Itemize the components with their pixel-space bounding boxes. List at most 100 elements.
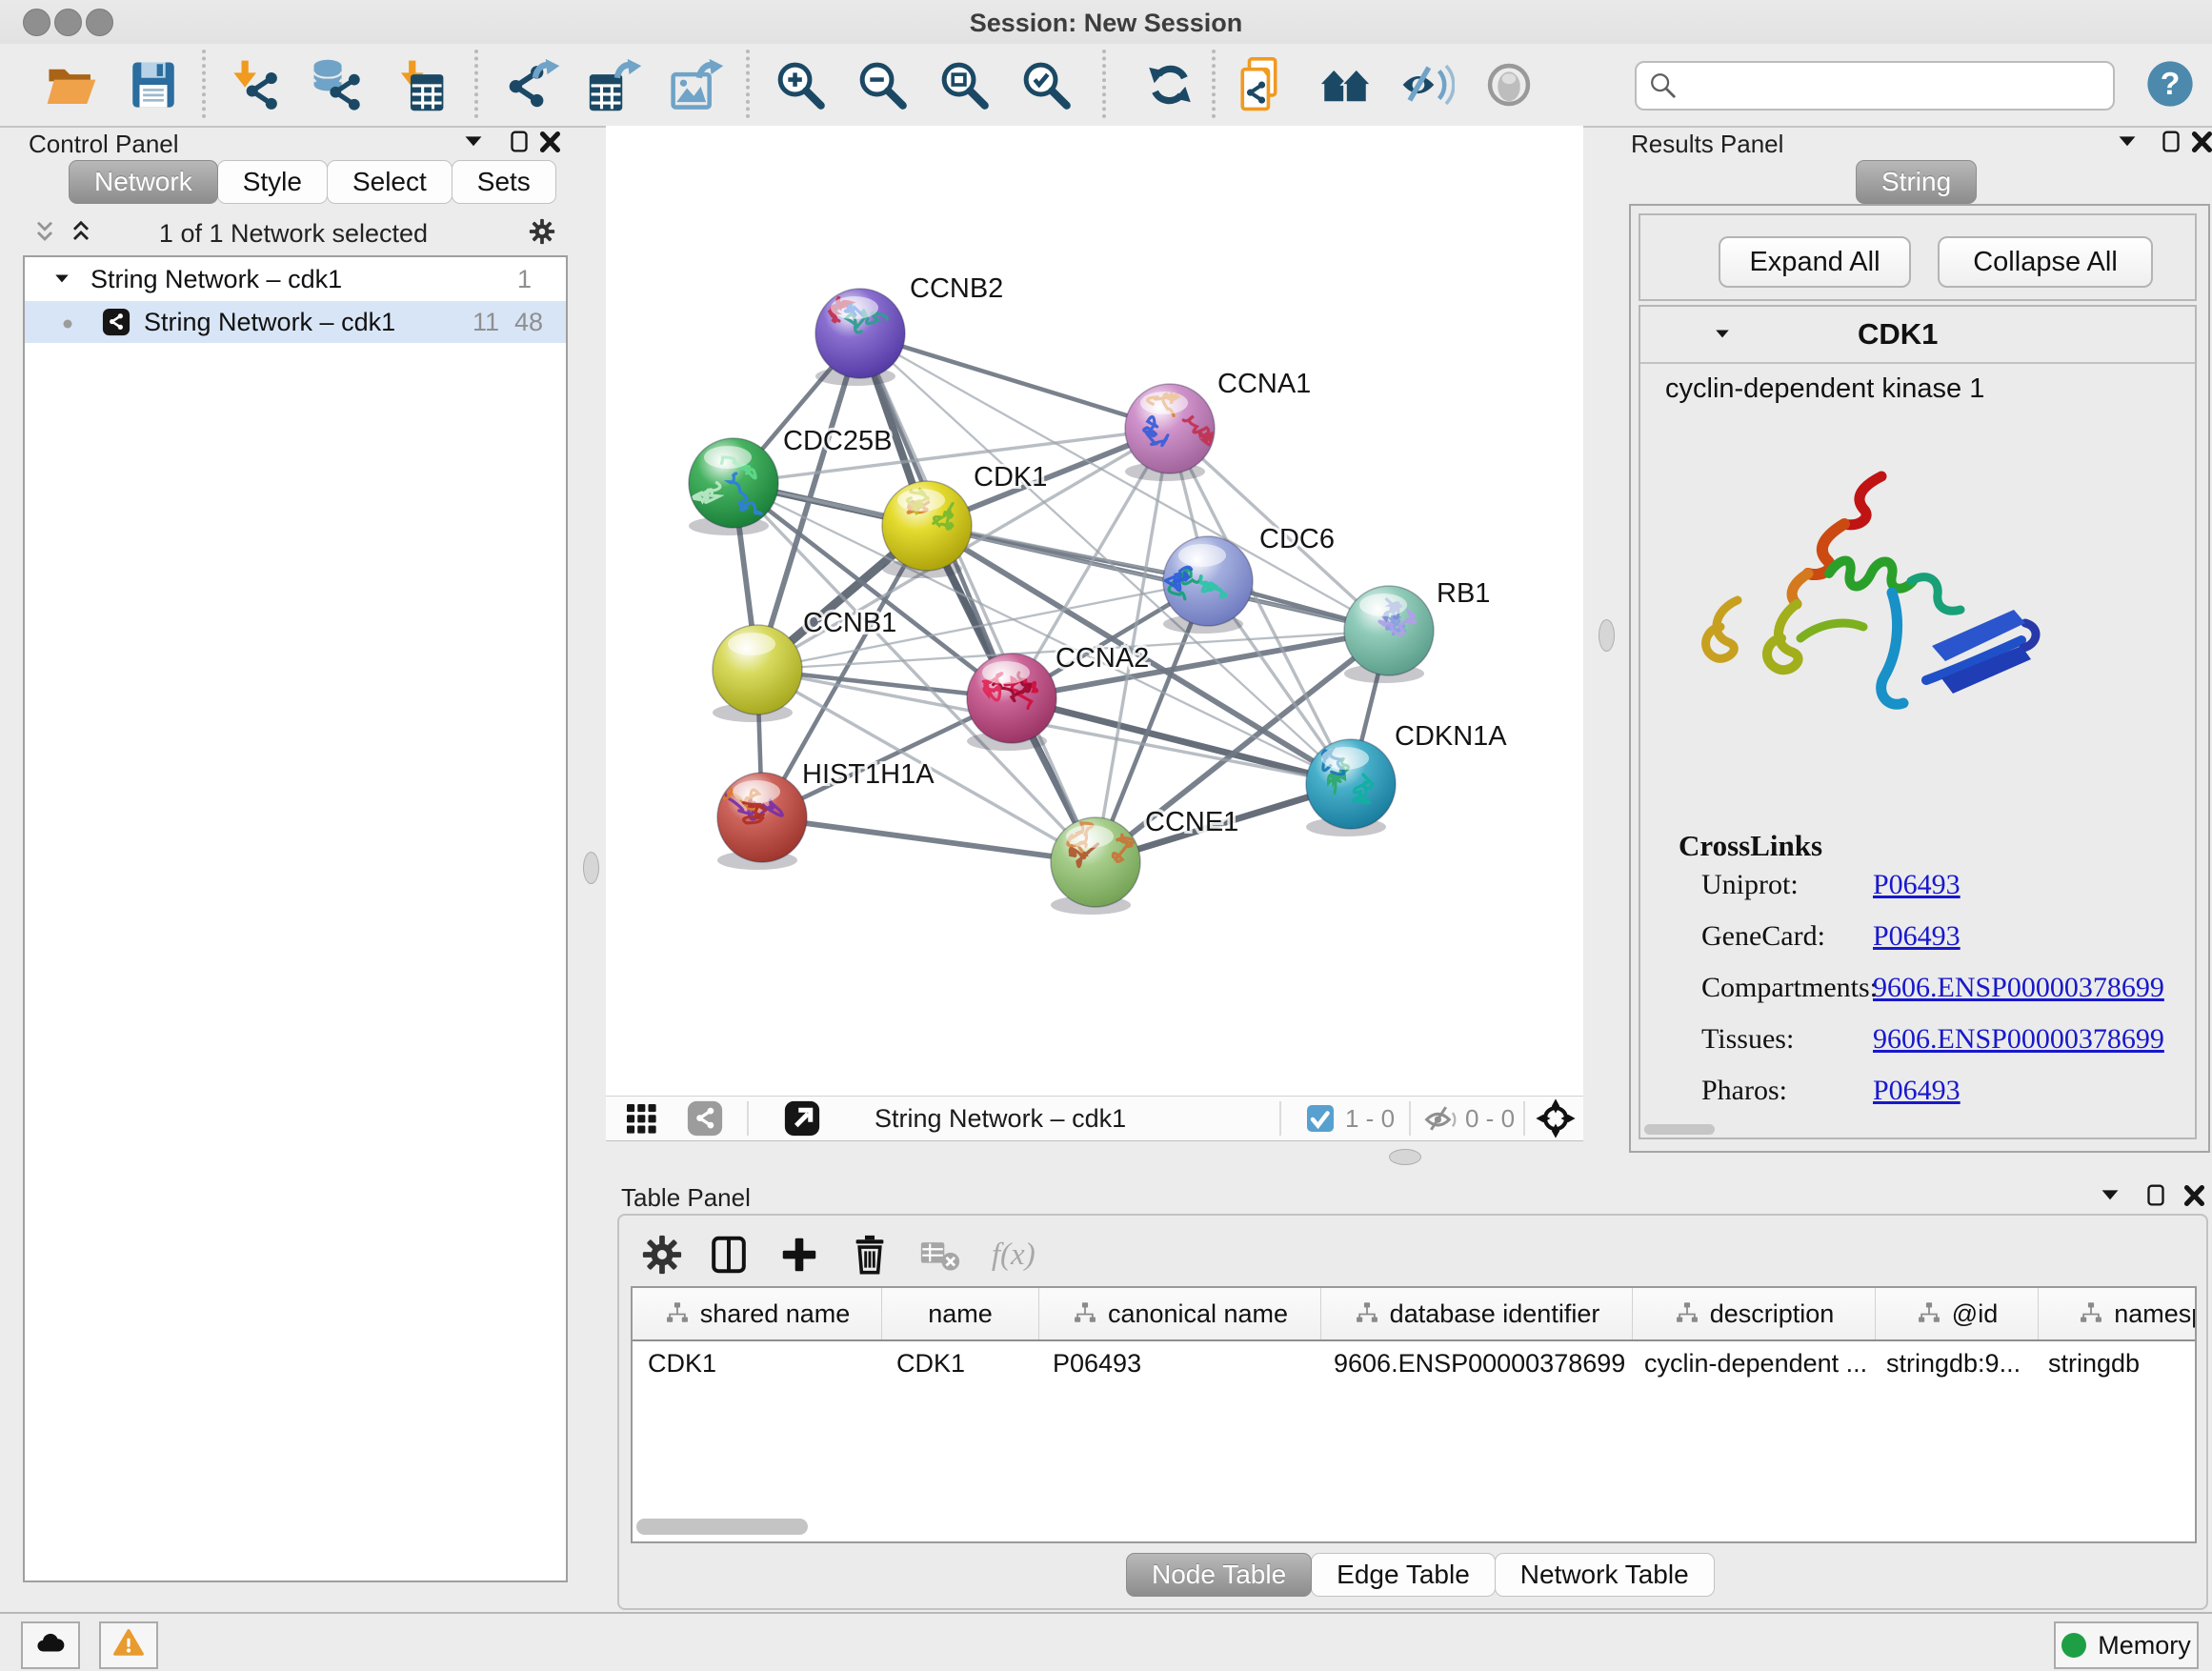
import-table-file-button[interactable] [392, 57, 447, 112]
collapse-all-button[interactable]: Collapse All [1938, 236, 2153, 288]
export-image-button[interactable] [670, 57, 725, 112]
table-panel-float-icon[interactable] [2142, 1181, 2170, 1210]
cdk1-section-header[interactable]: CDK1 [1640, 307, 2195, 364]
tab-node-table[interactable]: Node Table [1126, 1553, 1312, 1597]
network-node-cdkn1a[interactable] [1306, 739, 1396, 836]
zoom-in-button[interactable] [773, 57, 828, 112]
add-column-icon[interactable] [777, 1233, 821, 1277]
crosslink-link[interactable]: 9606.ENSP00000378699 [1873, 1023, 2164, 1055]
bottom-divider-handle[interactable] [1389, 1149, 1421, 1165]
crosslink-link[interactable]: 9606.ENSP00000378699 [1873, 972, 2164, 1003]
open-session-button[interactable] [44, 57, 99, 112]
network-edge[interactable] [762, 817, 1096, 862]
crosslink-link[interactable]: P06493 [1873, 1075, 1961, 1106]
tab-network[interactable]: Network [69, 160, 218, 204]
table-cell[interactable]: cyclin-dependent ... [1629, 1349, 1871, 1379]
search-input[interactable] [1680, 66, 2113, 106]
detach-view-icon[interactable] [783, 1099, 821, 1137]
string-home-button[interactable] [1317, 57, 1373, 112]
export-table-button[interactable] [588, 57, 643, 112]
save-session-button[interactable] [126, 57, 181, 112]
network-row-selected[interactable]: String Network – cdk1 11 48 [25, 301, 566, 343]
table-options-gear-icon[interactable] [640, 1233, 684, 1277]
network-edge[interactable] [860, 333, 1170, 429]
column-header-name[interactable]: name [882, 1288, 1039, 1339]
crosslink-link[interactable]: P06493 [1873, 869, 1961, 900]
table-cell[interactable]: stringdb [2033, 1349, 2197, 1379]
crosslink-link[interactable]: P06493 [1873, 920, 1961, 952]
toolbar-separator [746, 50, 750, 118]
table-hscrollbar[interactable] [636, 1519, 808, 1535]
column-header-database-identifier[interactable]: database identifier [1321, 1288, 1633, 1339]
section-collapse-icon[interactable] [1711, 323, 1734, 346]
tab-sets[interactable]: Sets [452, 160, 556, 204]
control-panel-collapse-icon[interactable] [459, 128, 488, 156]
results-panel-close-icon[interactable] [2187, 128, 2212, 156]
crosshair-icon[interactable] [1535, 1097, 1577, 1139]
delete-column-icon[interactable] [848, 1233, 892, 1277]
show-columns-icon[interactable] [707, 1233, 751, 1277]
table-panel-close-icon[interactable] [2180, 1181, 2208, 1210]
zoom-fit-button[interactable] [936, 57, 992, 112]
table-cell[interactable]: CDK1 [881, 1349, 1037, 1379]
column-header-namespace[interactable]: namespace [2039, 1288, 2197, 1339]
column-header-canonical-name[interactable]: canonical name [1039, 1288, 1321, 1339]
apply-preferred-layout-button[interactable] [1142, 57, 1197, 112]
network-canvas[interactable]: CCNB2CCNA1CDC25BCDK1CDC6RB1CCNB1CCNA2CDK… [606, 126, 1583, 1096]
tree-expander-icon[interactable] [50, 268, 73, 291]
tab-style[interactable]: Style [217, 160, 328, 204]
zoom-selected-button[interactable] [1018, 57, 1074, 112]
tab-network-table[interactable]: Network Table [1495, 1553, 1715, 1597]
share-view-icon[interactable] [686, 1099, 724, 1137]
network-node-ccnb1[interactable] [713, 625, 802, 722]
tab-select[interactable]: Select [327, 160, 452, 204]
network-node-ccnb2[interactable] [815, 289, 905, 386]
export-network-button[interactable] [506, 57, 561, 112]
cloud-button[interactable] [21, 1621, 80, 1669]
warning-button[interactable] [99, 1621, 158, 1669]
results-panel-collapse-icon[interactable] [2113, 128, 2142, 156]
left-divider-handle[interactable] [583, 852, 599, 884]
hide-display-button[interactable] [1399, 57, 1455, 112]
network-node-ccna2[interactable] [967, 654, 1056, 751]
table-cell[interactable]: 9606.ENSP00000378699 [1318, 1349, 1629, 1379]
memory-button[interactable]: Memory [2054, 1621, 2199, 1669]
network-node-ccne1[interactable] [1051, 817, 1140, 915]
network-node-cdc6[interactable] [1163, 536, 1253, 634]
control-panel-float-icon[interactable] [505, 128, 533, 156]
import-network-database-button[interactable] [310, 57, 365, 112]
tab-string[interactable]: String [1856, 160, 1977, 204]
zoom-out-button[interactable] [855, 57, 910, 112]
table-cell[interactable]: CDK1 [633, 1349, 881, 1379]
search-field[interactable] [1635, 61, 2115, 111]
import-network-file-button[interactable] [228, 57, 283, 112]
network-node-ccna1[interactable] [1125, 384, 1217, 481]
hidden-eye-slash-icon[interactable] [1423, 1100, 1459, 1137]
toolbar-group [1236, 57, 1537, 112]
tab-edge-table[interactable]: Edge Table [1311, 1553, 1496, 1597]
view-grid-icon[interactable] [622, 1099, 660, 1137]
help-button[interactable]: ? [2144, 58, 2196, 110]
control-panel-close-icon[interactable] [535, 128, 564, 156]
column-header--id[interactable]: @id [1876, 1288, 2039, 1339]
table-cell[interactable]: stringdb:9... [1871, 1349, 2033, 1379]
table-panel-collapse-icon[interactable] [2096, 1181, 2124, 1210]
node-label-rb1: RB1 [1437, 578, 1490, 609]
selected-checkbox-icon[interactable] [1305, 1103, 1336, 1134]
table-cell[interactable]: P06493 [1037, 1349, 1318, 1379]
network-node-cdc25b[interactable] [689, 438, 778, 535]
right-divider-handle[interactable] [1599, 619, 1615, 652]
string-import-button[interactable] [1236, 57, 1291, 112]
column-header-description[interactable]: description [1633, 1288, 1876, 1339]
network-node-rb1[interactable] [1344, 586, 1434, 683]
show-display-button[interactable] [1481, 57, 1537, 112]
expand-all-button[interactable]: Expand All [1719, 236, 1911, 288]
network-options-gear-icon[interactable] [528, 217, 556, 246]
node-table[interactable]: shared namenamecanonical namedatabase id… [631, 1286, 2197, 1543]
network-node-hist1h1a[interactable] [717, 773, 807, 870]
network-node-cdk1[interactable] [882, 481, 972, 578]
results-panel-float-icon[interactable] [2157, 128, 2185, 156]
column-header-shared-name[interactable]: shared name [633, 1288, 882, 1339]
results-hscrollbar[interactable] [1644, 1124, 1715, 1135]
network-collection-row[interactable]: String Network – cdk1 1 [25, 257, 566, 301]
